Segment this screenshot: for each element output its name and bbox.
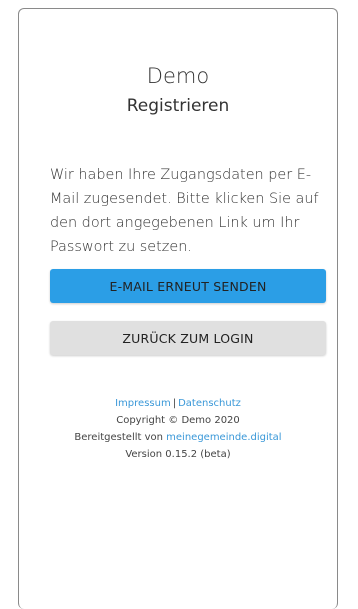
provided-by: Bereitgestellt von meinegemeinde.digital <box>19 429 337 446</box>
copyright-text: Copyright © Demo 2020 <box>116 415 240 426</box>
datenschutz-link[interactable]: Datenschutz <box>178 398 241 409</box>
footer: Impressum | Datenschutz Copyright © Demo 2… <box>19 395 337 463</box>
footer-separator: | <box>172 398 177 409</box>
footer-links: Impressum | Datenschutz <box>19 395 337 412</box>
page-subtitle: Registrieren <box>126 96 230 116</box>
confirmation-message: Wir haben Ihre Zugangsdaten per E-Mail z… <box>50 167 319 255</box>
provider-link[interactable]: meinegemeinde.digital <box>166 432 281 443</box>
provided-by-prefix: Bereitgestellt von <box>74 432 167 443</box>
version-text: Version 0.15.2 (beta) <box>125 449 231 460</box>
back-to-login-button[interactable]: ZURÜCK ZUM LOGIN <box>50 321 326 355</box>
registration-card: Demo Registrieren Wir haben Ihre Zugangs… <box>18 8 338 609</box>
impressum-link[interactable]: Impressum <box>115 398 171 409</box>
app-title: Demo <box>146 64 210 88</box>
resend-email-button[interactable]: E-MAIL ERNEUT SENDEN <box>50 269 326 303</box>
